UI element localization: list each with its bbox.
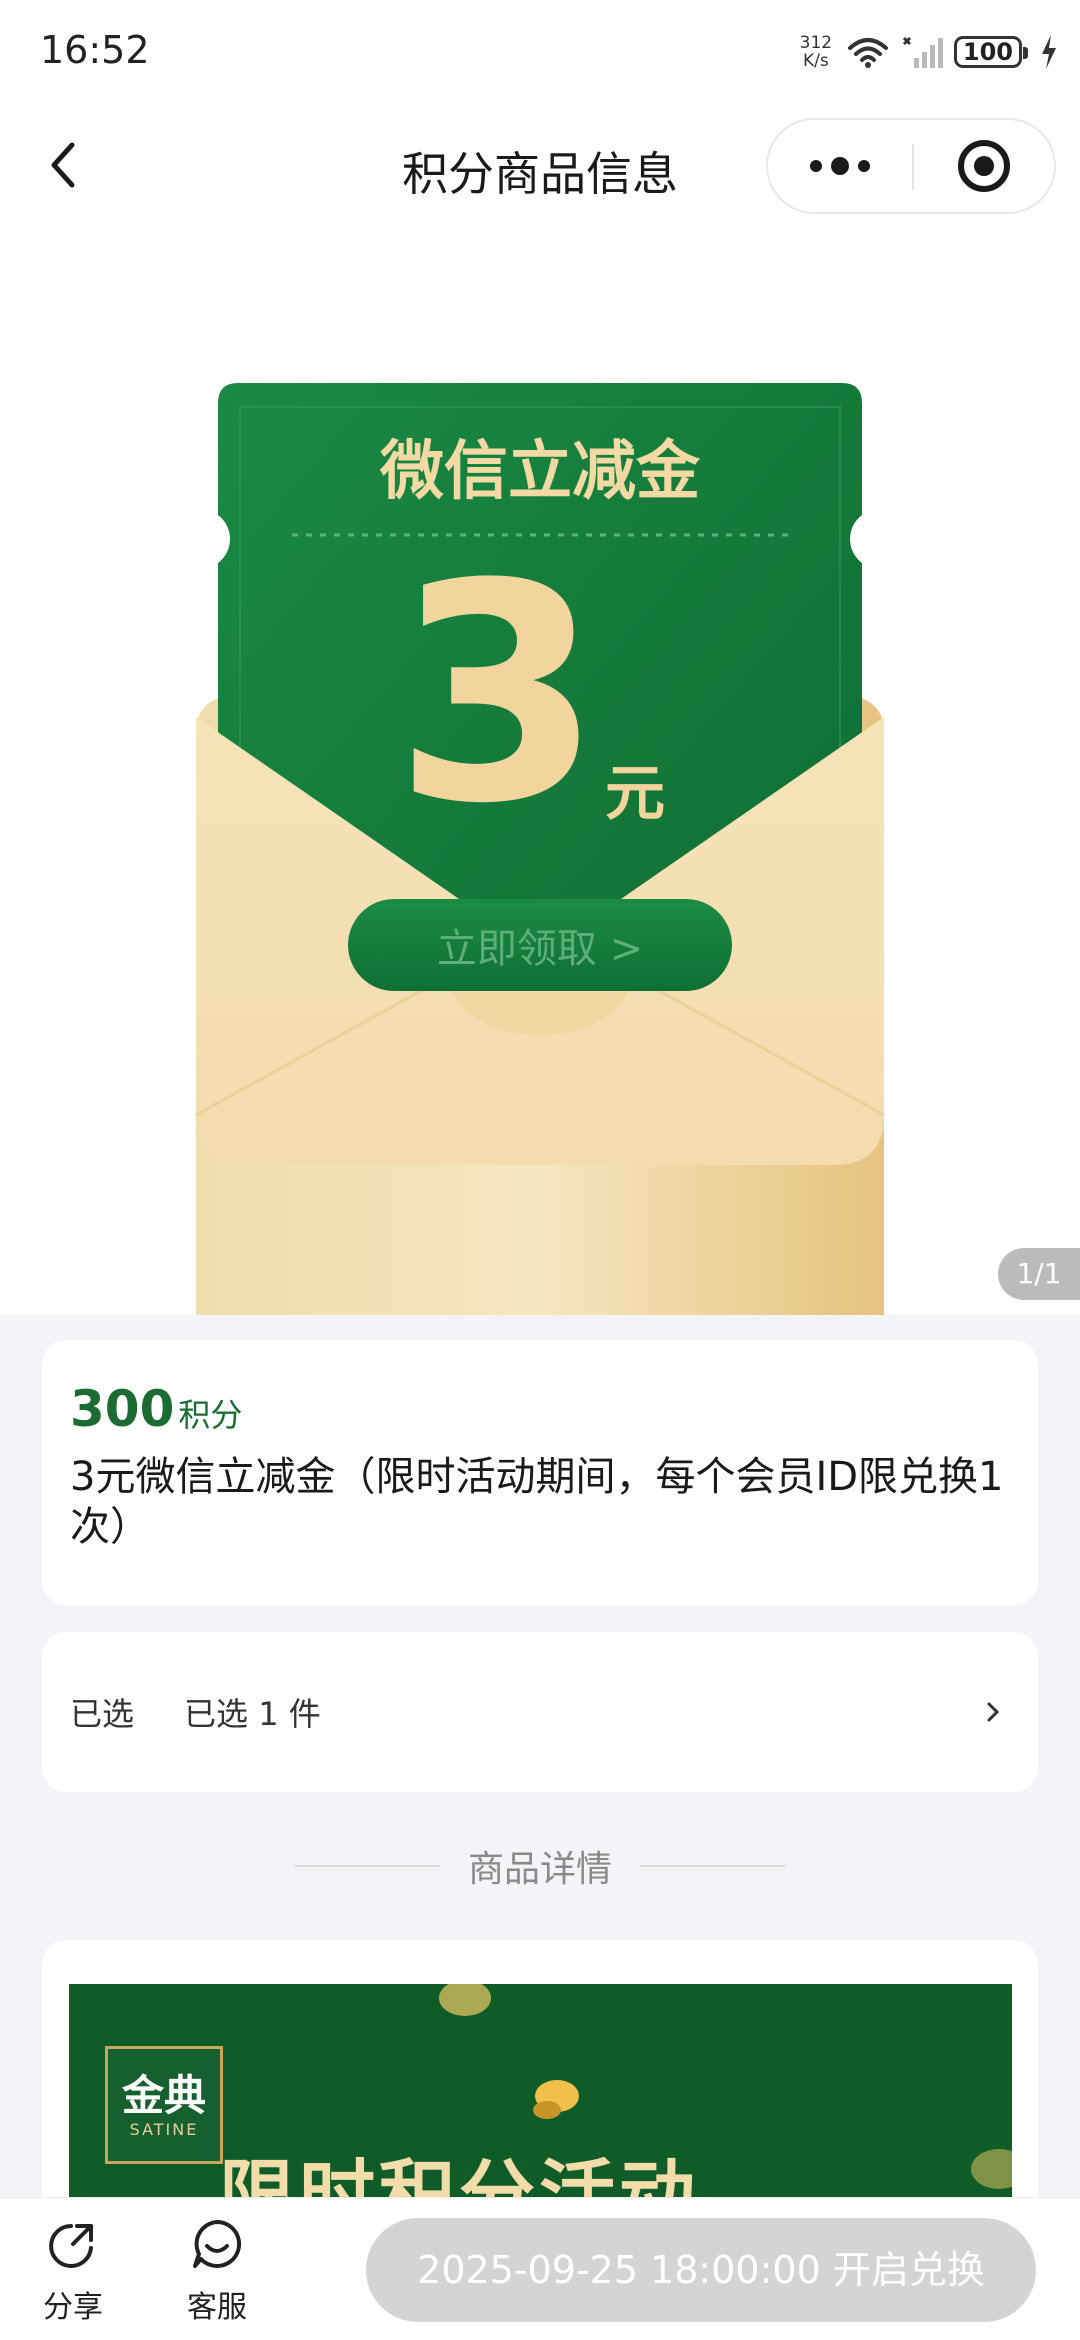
- detail-section-header: 商品详情: [0, 1836, 1080, 1896]
- chevron-right-icon: [978, 1697, 1008, 1727]
- service-label: 客服: [187, 2290, 247, 2325]
- redeem-button[interactable]: 2025-09-25 18:00:00 开启兑换: [366, 2218, 1036, 2322]
- selection-label: 已选: [70, 1695, 135, 1733]
- chat-smile-icon: [189, 2216, 245, 2272]
- customer-service-button[interactable]: 客服: [167, 2216, 267, 2326]
- selection-value: 已选 1 件: [184, 1695, 321, 1733]
- product-info-card: 300 积分 3元微信立减金（限时活动期间，每个会员ID限兑换1次）: [42, 1340, 1038, 1605]
- brand-logo: 金典 SATINE: [105, 2046, 223, 2164]
- status-icons: 312 K/s 100: [796, 30, 1058, 74]
- claim-now-label: 立即领取 >: [436, 926, 644, 972]
- coupon-currency: 元: [605, 759, 665, 829]
- selection-row[interactable]: 已选 已选 1 件: [42, 1632, 1038, 1792]
- bottom-action-bar: 分享 客服 2025-09-25 18:00:00 开启兑换: [0, 2197, 1080, 2340]
- share-label: 分享: [43, 2290, 103, 2325]
- detail-section-title: 商品详情: [467, 1849, 612, 1890]
- battery-icon: 100: [953, 36, 1029, 68]
- points-value: 300: [70, 1380, 175, 1438]
- more-button[interactable]: [768, 120, 912, 212]
- charging-icon: [1042, 35, 1056, 69]
- close-mini-program-button[interactable]: [914, 120, 1054, 212]
- divider-line-left: [294, 1865, 440, 1867]
- status-time: 16:52: [40, 28, 150, 72]
- image-counter: 1/1: [998, 1248, 1080, 1300]
- price-line: 300 积分: [70, 1380, 1008, 1438]
- product-name: 3元微信立减金（限时活动期间，每个会员ID限兑换1次）: [70, 1454, 1004, 1550]
- divider-line-right: [640, 1865, 785, 1867]
- nav-bar: 积分商品信息: [0, 100, 1080, 235]
- wifi-icon: [847, 38, 888, 68]
- claim-now-button: 立即领取 >: [348, 899, 732, 991]
- points-unit: 积分: [178, 1396, 243, 1434]
- network-speed: 312 K/s: [799, 33, 833, 71]
- brand-logo-cn: 金典: [121, 2070, 206, 2120]
- signal-icon: [902, 36, 943, 68]
- coupon-title: 微信立减金: [380, 435, 700, 509]
- coupon-amount: 3: [393, 520, 603, 869]
- product-banner[interactable]: 微信立减金 3 元 立即领取 > 1/1: [0, 235, 1080, 1315]
- more-dots-icon: [810, 157, 870, 175]
- status-bar: 16:52 312 K/s 100: [0, 0, 1080, 100]
- brand-logo-en: SATINE: [129, 2119, 199, 2139]
- share-icon: [45, 2216, 101, 2272]
- share-button[interactable]: 分享: [23, 2216, 123, 2326]
- mini-program-capsule: [766, 118, 1056, 214]
- target-circle-icon: [958, 140, 1010, 192]
